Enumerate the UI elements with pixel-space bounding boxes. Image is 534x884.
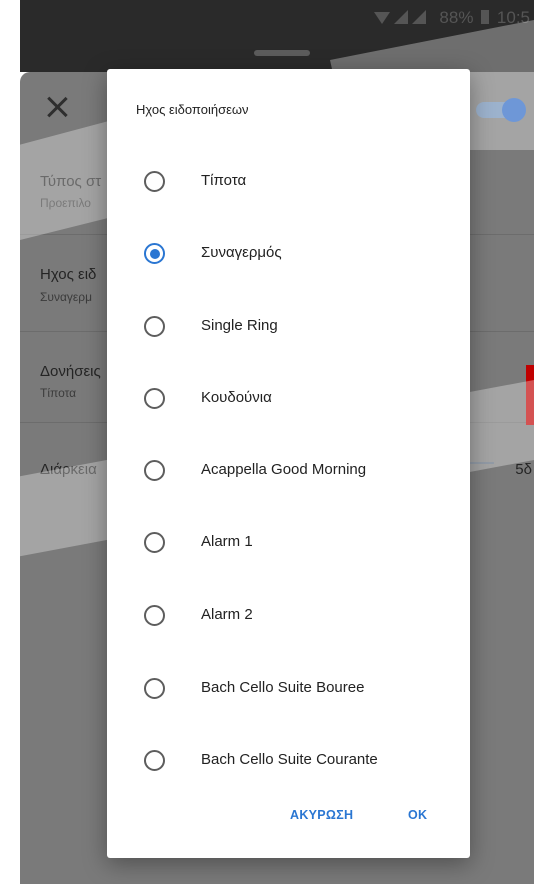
- option-label: Κουδούνια: [201, 389, 272, 406]
- setting-title: Τύπος στ: [40, 173, 102, 190]
- option-label: Τίποτα: [201, 172, 247, 189]
- option-label: Συναγερμός: [201, 244, 282, 261]
- setting-subtitle: Προεπιλο: [40, 196, 91, 210]
- radio-checked-icon[interactable]: [144, 243, 165, 264]
- signal-icons: [374, 10, 430, 26]
- option-label: Alarm 2: [201, 606, 253, 623]
- battery-icon: [481, 10, 490, 24]
- option-label: Bach Cello Suite Bouree: [201, 679, 365, 696]
- radio-unchecked-icon[interactable]: [144, 316, 165, 337]
- signal-icon: [412, 10, 426, 24]
- signal-icon: [394, 10, 408, 24]
- setting-title: Δονήσεις: [40, 363, 101, 380]
- option-none[interactable]: Τίποτα: [107, 145, 470, 217]
- radio-unchecked-icon[interactable]: [144, 532, 165, 553]
- battery-percent: 88%: [439, 8, 474, 27]
- radio-unchecked-icon[interactable]: [144, 678, 165, 699]
- drag-handle[interactable]: [254, 50, 310, 56]
- option-alarm[interactable]: Συναγερμός: [107, 217, 470, 289]
- radio-unchecked-icon[interactable]: [144, 605, 165, 626]
- radio-unchecked-icon[interactable]: [144, 388, 165, 409]
- ok-button[interactable]: OK: [408, 808, 427, 822]
- setting-title: Ηχος ειδ: [40, 266, 97, 283]
- wifi-icon: [374, 12, 390, 24]
- color-swatch: [526, 365, 534, 425]
- radio-unchecked-icon[interactable]: [144, 171, 165, 192]
- setting-title: Διάρκεια: [40, 461, 97, 478]
- duration-value: 5δ: [515, 461, 532, 478]
- option-acappella[interactable]: Acappella Good Morning: [107, 434, 470, 506]
- option-label: Single Ring: [201, 317, 278, 334]
- cancel-button[interactable]: ΑΚΥΡΩΣΗ: [290, 808, 353, 822]
- setting-subtitle: Συναγερμ: [40, 290, 93, 304]
- radio-unchecked-icon[interactable]: [144, 460, 165, 481]
- status-bar: 88% 10:5: [20, 0, 534, 36]
- option-label: Acappella Good Morning: [201, 461, 367, 478]
- option-alarm-1[interactable]: Alarm 1: [107, 506, 470, 578]
- status-readout: 88% 10:5: [439, 8, 530, 28]
- close-icon[interactable]: [46, 96, 68, 118]
- option-bells[interactable]: Κουδούνια: [107, 362, 470, 434]
- notification-sound-dialog: Ηχος ειδοποιήσεων Τίποτα Συναγερμός Sing…: [107, 69, 470, 858]
- left-margin: [0, 0, 20, 884]
- setting-subtitle: Τίποτα: [40, 386, 77, 400]
- option-bach-bouree[interactable]: Bach Cello Suite Bouree: [107, 652, 470, 724]
- option-label: Bach Cello Suite Courante: [201, 751, 378, 768]
- toggle-thumb[interactable]: [502, 98, 526, 122]
- clock: 10:5: [496, 8, 530, 27]
- option-alarm-2[interactable]: Alarm 2: [107, 579, 470, 651]
- option-single-ring[interactable]: Single Ring: [107, 290, 470, 362]
- option-label: Alarm 1: [201, 533, 253, 550]
- option-bach-courante[interactable]: Bach Cello Suite Courante: [107, 724, 470, 796]
- dialog-title: Ηχος ειδοποιήσεων: [136, 102, 249, 117]
- radio-unchecked-icon[interactable]: [144, 750, 165, 771]
